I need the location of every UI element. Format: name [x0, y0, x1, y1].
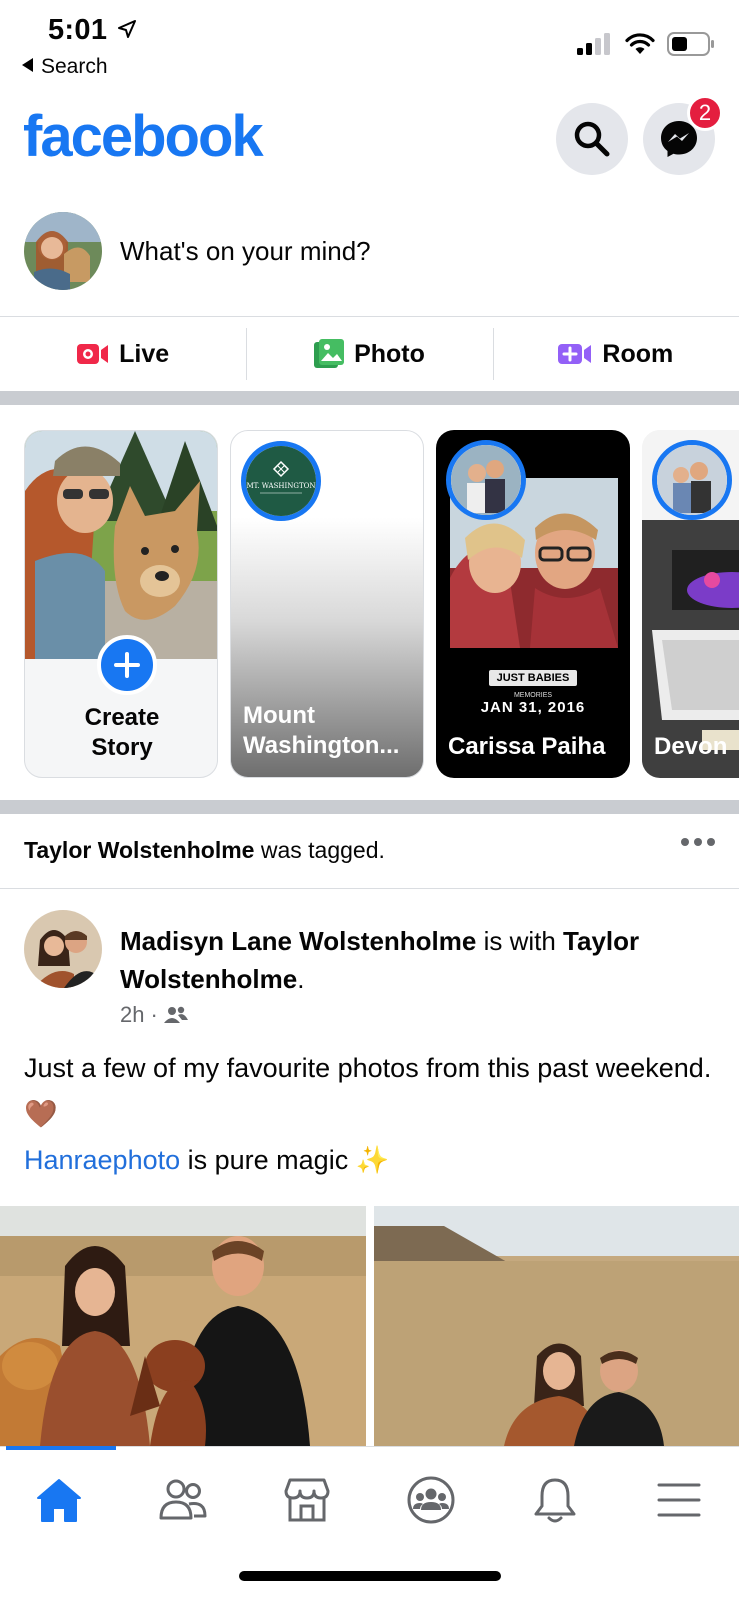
- more-options-icon[interactable]: [681, 838, 715, 846]
- search-button[interactable]: [556, 103, 628, 175]
- groups-icon: [407, 1476, 455, 1524]
- bell-icon: [534, 1478, 576, 1523]
- tab-friends[interactable]: [138, 1465, 228, 1535]
- create-story-label: Create Story: [25, 703, 217, 763]
- post-text-line2: Hanraephoto is pure magic ✨: [24, 1137, 724, 1183]
- story-avatar-carissa-paiha: [446, 440, 526, 520]
- friends-audience-icon[interactable]: [163, 1005, 188, 1025]
- messenger-badge: 2: [687, 95, 723, 131]
- tab-groups[interactable]: [386, 1465, 476, 1535]
- back-to-search-button[interactable]: Search: [22, 55, 108, 79]
- app-header: facebook 2: [0, 95, 739, 195]
- user-avatar[interactable]: [24, 212, 102, 290]
- post-header: Madisyn Lane Wolstenholme is with Taylor…: [0, 910, 739, 1030]
- post-link-suffix: is pure magic ✨: [180, 1145, 390, 1175]
- author-name[interactable]: Madisyn Lane Wolstenholme: [120, 926, 476, 956]
- status-bar: 5:01 Search: [0, 0, 739, 90]
- story-card-devon[interactable]: Devon: [642, 430, 739, 778]
- photographer-link[interactable]: Hanraephoto: [24, 1145, 180, 1175]
- story-caption-date: JAN 31, 2016: [480, 699, 586, 716]
- post-photos: [0, 1206, 739, 1446]
- with-text: is with: [476, 926, 564, 956]
- create-story-photo: [25, 431, 217, 659]
- create-story-plus-button[interactable]: [97, 635, 157, 695]
- cellular-signal-icon: [577, 33, 610, 55]
- post-photo-2[interactable]: [374, 1206, 739, 1446]
- composer-placeholder[interactable]: What's on your mind?: [120, 236, 371, 267]
- create-story-label-line1: Create: [84, 704, 160, 731]
- marketplace-icon: [284, 1478, 330, 1522]
- composer-actions: Live Photo Room: [0, 318, 739, 390]
- tagged-name[interactable]: Taylor Wolstenholme: [24, 837, 254, 863]
- post-composer[interactable]: What's on your mind?: [0, 212, 739, 316]
- live-video-icon: [77, 344, 109, 364]
- post-photo-1[interactable]: [0, 1206, 366, 1446]
- story-card-mount-washington[interactable]: MT. WASHINGTON Mount Washington...: [230, 430, 424, 778]
- back-arrow-icon: [22, 58, 33, 72]
- tab-notifications[interactable]: [510, 1465, 600, 1535]
- battery-icon: [667, 32, 714, 56]
- create-story-card[interactable]: Create Story: [24, 430, 218, 778]
- clock: 5:01: [48, 14, 108, 46]
- post-meta: 2h ·: [120, 1002, 188, 1028]
- location-arrow-icon: [118, 20, 136, 38]
- hamburger-menu-icon: [657, 1483, 701, 1517]
- photo-label: Photo: [354, 339, 425, 368]
- active-tab-indicator: [6, 1446, 116, 1450]
- title-period: .: [297, 964, 305, 994]
- tagged-suffix: was tagged.: [254, 837, 385, 863]
- meta-separator: ·: [150, 1002, 158, 1027]
- room-button[interactable]: Room: [492, 318, 739, 390]
- room-icon: [558, 344, 592, 364]
- post-title: Madisyn Lane Wolstenholme is with Taylor…: [120, 922, 720, 998]
- story-name: Carissa Paiha: [448, 733, 606, 760]
- live-label: Live: [119, 339, 170, 368]
- tab-menu[interactable]: [634, 1465, 724, 1535]
- mt-washington-logo-text: MT. WASHINGTON: [246, 482, 315, 490]
- tab-marketplace[interactable]: [262, 1465, 352, 1535]
- divider: [0, 888, 739, 889]
- post-text: Just a few of my favourite photos from t…: [24, 1053, 712, 1129]
- story-caption-just-babies: JUST BABIES: [488, 670, 578, 686]
- home-icon: [37, 1479, 81, 1522]
- story-overlay-text: JUST BABIES MEMORIES JAN 31, 2016: [436, 668, 630, 716]
- section-separator: [0, 391, 739, 405]
- post-time[interactable]: 2h: [120, 1002, 144, 1028]
- room-label: Room: [602, 339, 674, 368]
- tab-home[interactable]: [14, 1465, 104, 1535]
- facebook-logo[interactable]: facebook: [23, 103, 264, 170]
- story-caption-memories: MEMORIES: [513, 692, 553, 699]
- messenger-button[interactable]: 2: [643, 95, 723, 175]
- photo-icon: [314, 339, 345, 368]
- story-name: Mount Washington...: [243, 702, 400, 759]
- stories-tray[interactable]: Create Story MT. WASHINGTON Mount Washin…: [24, 430, 739, 778]
- tagged-text: Taylor Wolstenholme was tagged.: [24, 837, 385, 864]
- story-avatar-devon: [652, 440, 732, 520]
- post-body: Just a few of my favourite photos from t…: [24, 1045, 724, 1183]
- create-story-label-line2: Story: [91, 734, 153, 761]
- wifi-icon: [625, 33, 655, 54]
- author-avatar[interactable]: [24, 910, 102, 988]
- plus-icon: [114, 652, 140, 678]
- friends-icon: [159, 1479, 207, 1520]
- divider: [0, 316, 739, 317]
- story-avatar-mount-washington: MT. WASHINGTON: [241, 441, 321, 521]
- live-button[interactable]: Live: [0, 318, 246, 390]
- photo-button[interactable]: Photo: [246, 318, 492, 390]
- system-status-icons: [577, 32, 715, 56]
- tagged-notice: Taylor Wolstenholme was tagged.: [0, 812, 739, 888]
- story-card-carissa-paiha[interactable]: JUST BABIES MEMORIES JAN 31, 2016 Cariss…: [436, 430, 630, 778]
- story-name: Devon: [654, 733, 728, 760]
- home-indicator[interactable]: [239, 1571, 501, 1581]
- search-icon: [574, 121, 610, 157]
- back-label: Search: [41, 55, 108, 78]
